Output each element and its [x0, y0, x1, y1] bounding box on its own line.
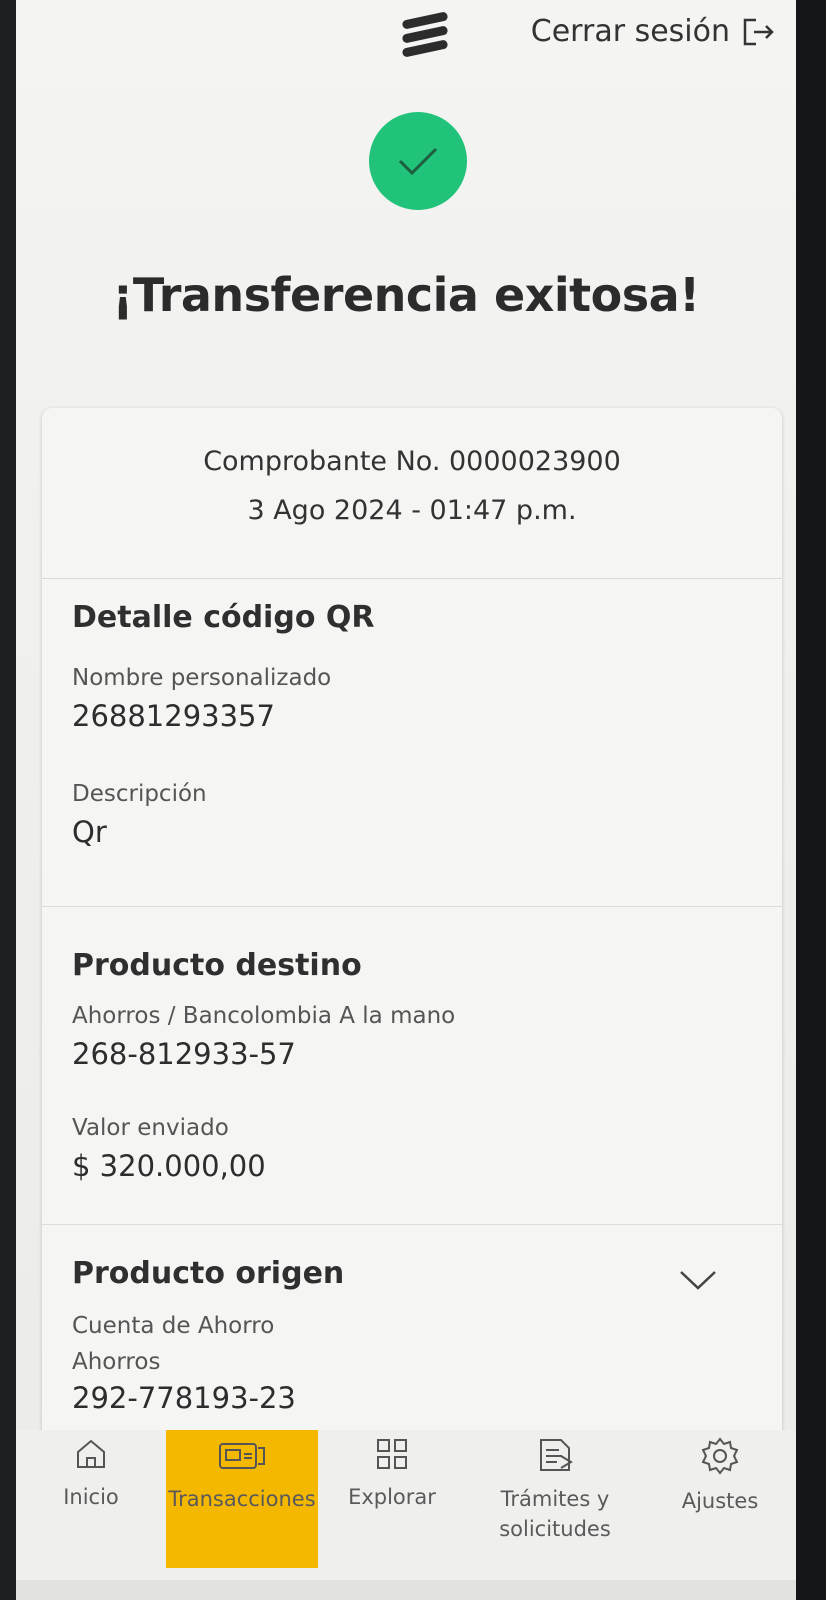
receipt-card: Comprobante No. 0000023900 3 Ago 2024 - … — [42, 408, 782, 1448]
nav-label: Trámites y solicitudes — [499, 1487, 611, 1541]
origin-account-name: Cuenta de Ahorro — [72, 1313, 275, 1339]
device-bezel-right — [796, 0, 826, 1600]
transactions-icon — [219, 1443, 265, 1469]
custom-name-value: 26881293357 — [72, 699, 275, 733]
system-gesture-bar — [16, 1580, 796, 1600]
receipt-header: Comprobante No. 0000023900 3 Ago 2024 - … — [42, 408, 782, 579]
nav-item-tramites[interactable]: Trámites y solicitudes — [466, 1430, 644, 1600]
logout-arrow-icon — [743, 18, 774, 45]
amount-label: Valor enviado — [72, 1115, 229, 1141]
nav-label: Inicio — [63, 1485, 119, 1509]
screen: Cerrar sesión ¡Transferencia exitosa! Co… — [16, 0, 796, 1600]
receipt-datetime: 3 Ago 2024 - 01:47 p.m. — [247, 495, 577, 526]
description-value: Qr — [72, 815, 107, 849]
qr-detail-section: Detalle código QR Nombre personalizado 2… — [42, 600, 782, 849]
chevron-down-icon[interactable] — [678, 1268, 718, 1292]
success-badge — [369, 112, 467, 210]
destination-account-type: Ahorros / Bancolombia A la mano — [72, 1003, 456, 1029]
nav-item-explorar[interactable]: Explorar — [318, 1430, 466, 1600]
logout-label: Cerrar sesión — [530, 14, 730, 49]
description-label: Descripción — [72, 781, 207, 807]
bancolombia-logo-icon — [398, 10, 458, 58]
grid-icon — [377, 1439, 407, 1469]
section-title: Producto origen — [72, 1256, 345, 1291]
section-title: Producto destino — [72, 948, 362, 983]
destination-section: Producto destino Ahorros / Bancolombia A… — [42, 948, 782, 1183]
divider — [42, 1224, 782, 1225]
page-title: ¡Transferencia exitosa! — [112, 268, 700, 322]
gear-icon — [701, 1437, 739, 1475]
section-title: Detalle código QR — [72, 600, 375, 635]
receipt-number: Comprobante No. 0000023900 — [203, 446, 621, 477]
custom-name-label: Nombre personalizado — [72, 665, 332, 691]
logout-button[interactable]: Cerrar sesión — [531, 14, 776, 49]
nav-item-transacciones[interactable]: Transacciones — [166, 1430, 318, 1568]
nav-label: Ajustes — [681, 1489, 759, 1513]
origin-account-type: Ahorros — [72, 1349, 161, 1375]
origin-account-number: 292-778193-23 — [72, 1381, 296, 1415]
amount-value: $ 320.000,00 — [72, 1149, 266, 1183]
nav-label: Explorar — [348, 1485, 436, 1509]
nav-item-inicio[interactable]: Inicio — [16, 1430, 166, 1600]
nav-item-ajustes[interactable]: Ajustes — [644, 1430, 796, 1600]
home-icon — [77, 1439, 105, 1468]
destination-account-number: 268-812933-57 — [72, 1037, 296, 1071]
check-icon — [398, 147, 438, 176]
device-bezel-left — [0, 0, 16, 1600]
document-icon — [540, 1439, 573, 1471]
nav-label: Transacciones — [168, 1487, 316, 1511]
bottom-nav: Inicio Transacciones Explorar Trámites y… — [16, 1430, 796, 1600]
origin-section[interactable]: Producto origen Cuenta de Ahorro Ahorros… — [42, 1256, 782, 1415]
divider — [42, 906, 782, 907]
